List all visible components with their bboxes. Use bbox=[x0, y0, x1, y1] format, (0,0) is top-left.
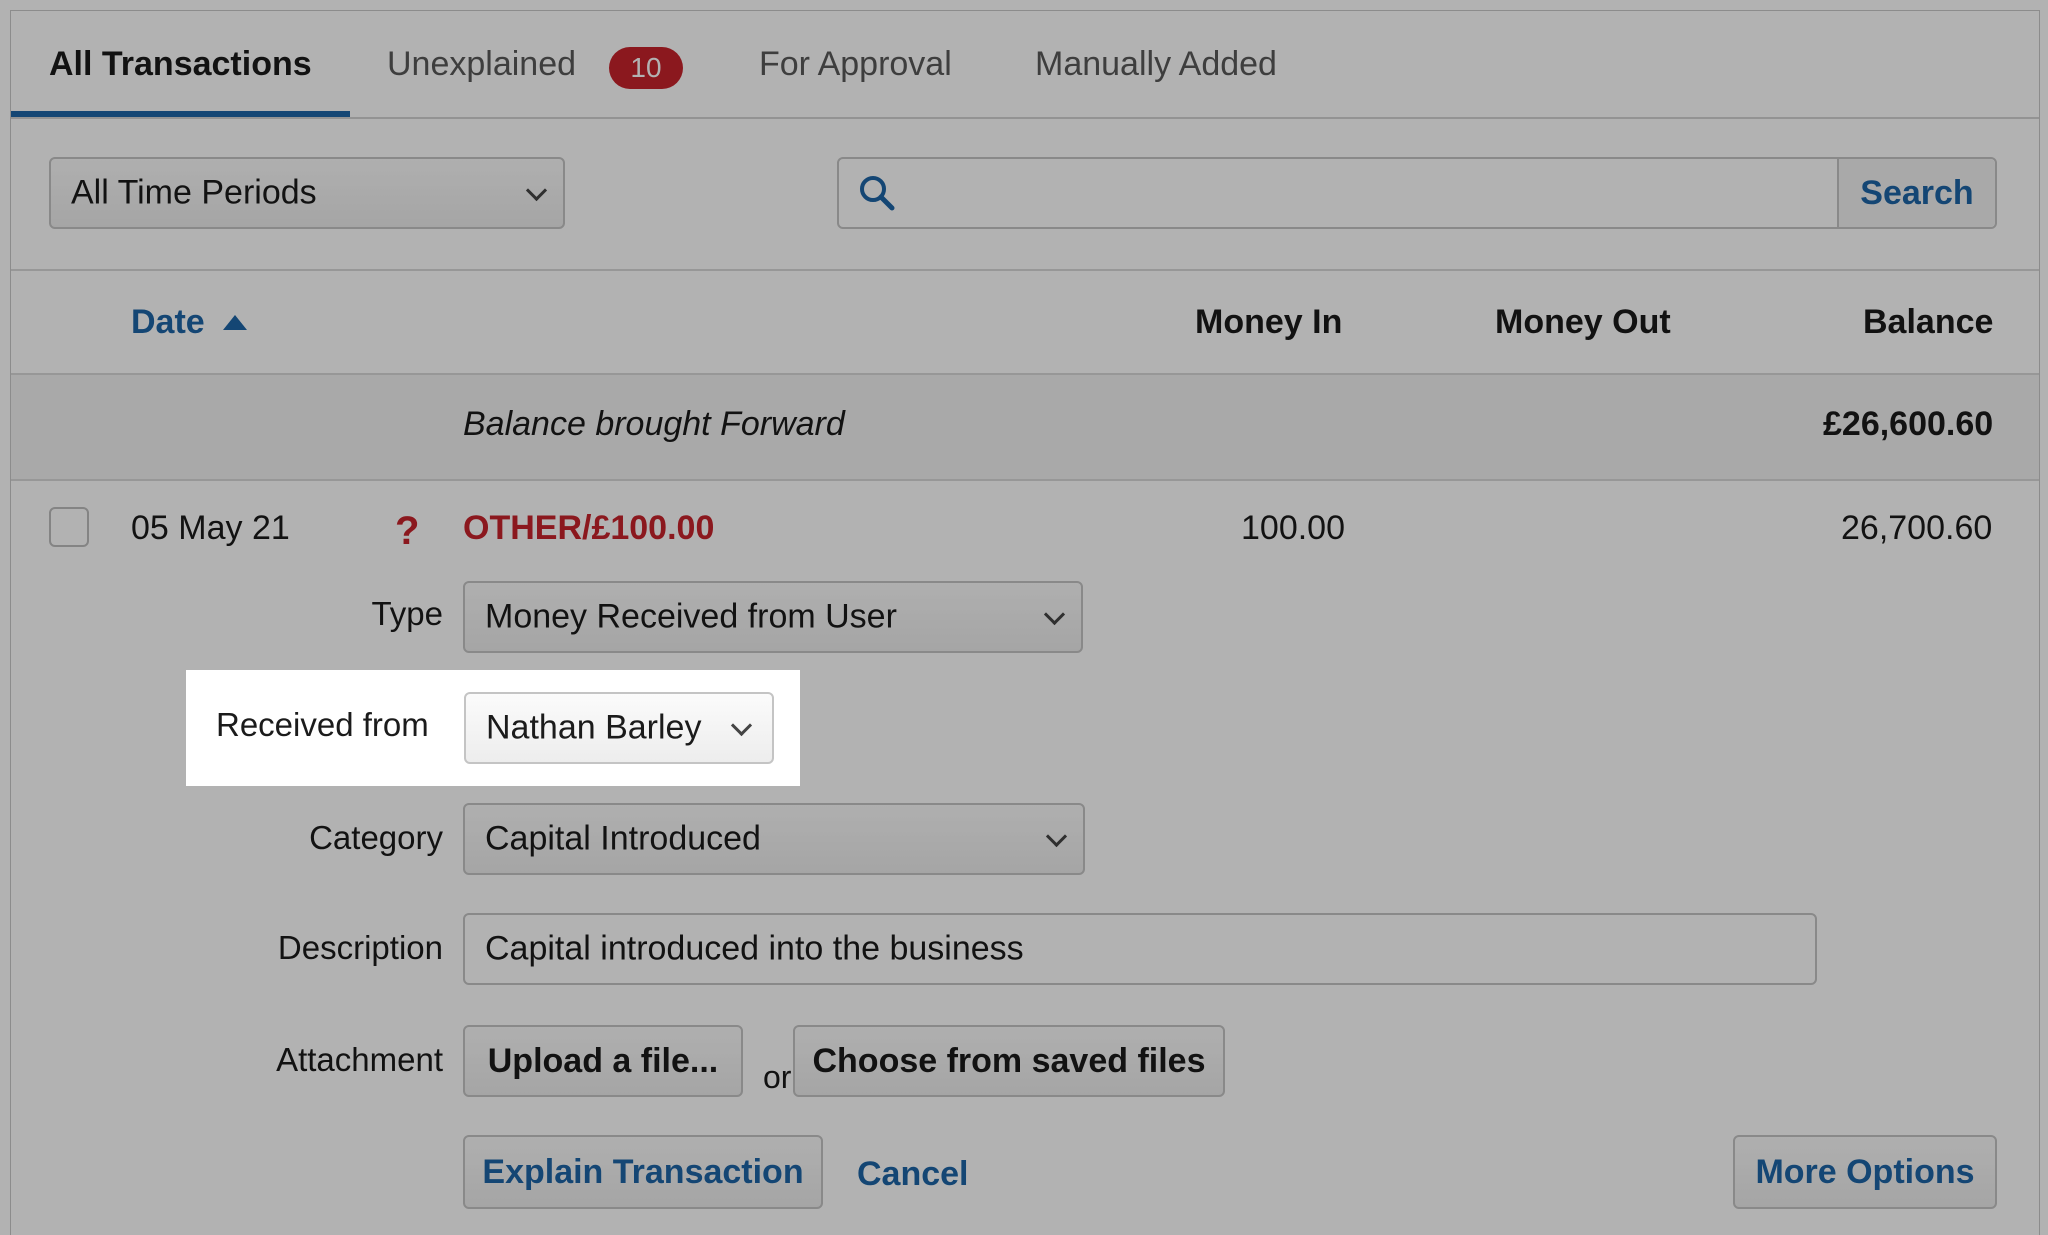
category-select-value: Capital Introduced bbox=[485, 819, 761, 858]
date-column-header[interactable]: Date bbox=[131, 303, 205, 342]
bbf-label: Balance brought Forward bbox=[463, 405, 845, 443]
bbf-balance: £26,600.60 bbox=[1823, 405, 1994, 443]
balance-brought-forward-row: Balance brought Forward £26,600.60 bbox=[11, 375, 2039, 479]
transactions-panel: All Transactions Unexplained 10 For Appr… bbox=[10, 10, 2040, 1235]
transaction-date: 05 May 21 bbox=[131, 509, 290, 547]
tab-all-transactions[interactable]: All Transactions bbox=[49, 45, 312, 84]
transaction-checkbox[interactable] bbox=[49, 507, 89, 547]
active-tab-indicator bbox=[11, 111, 350, 117]
chevron-down-icon bbox=[1045, 825, 1068, 848]
divider bbox=[11, 269, 2039, 271]
category-label: Category bbox=[309, 819, 443, 856]
received-from-highlight: Received from Nathan Barley bbox=[186, 670, 800, 786]
search-input[interactable]: Search bbox=[837, 157, 1997, 229]
balance-column-header: Balance bbox=[1863, 303, 1994, 341]
transaction-balance: 26,700.60 bbox=[1841, 509, 1993, 547]
description-label: Description bbox=[277, 929, 443, 966]
time-period-select[interactable]: All Time Periods bbox=[49, 157, 565, 229]
more-options-button[interactable]: More Options bbox=[1733, 1135, 1997, 1209]
money-out-column-header: Money Out bbox=[1495, 303, 1671, 341]
description-input[interactable]: Capital introduced into the business bbox=[463, 913, 1817, 985]
chevron-down-icon bbox=[525, 179, 548, 202]
type-label: Type bbox=[371, 595, 443, 632]
cancel-link[interactable]: Cancel bbox=[857, 1155, 969, 1194]
explain-transaction-button[interactable]: Explain Transaction bbox=[463, 1135, 823, 1209]
or-separator: or bbox=[763, 1059, 792, 1095]
attachment-label: Attachment bbox=[276, 1041, 443, 1078]
divider bbox=[11, 479, 2039, 481]
unexplained-count-badge: 10 bbox=[609, 47, 683, 89]
received-from-label: Received from bbox=[216, 706, 429, 743]
transaction-money-in: 100.00 bbox=[1241, 509, 1345, 547]
received-from-select[interactable]: Nathan Barley bbox=[464, 692, 774, 764]
tab-manually-added[interactable]: Manually Added bbox=[1035, 45, 1277, 84]
description-input-value: Capital introduced into the business bbox=[485, 929, 1024, 968]
category-select[interactable]: Capital Introduced bbox=[463, 803, 1085, 875]
received-from-value: Nathan Barley bbox=[486, 708, 702, 747]
tab-for-approval[interactable]: For Approval bbox=[759, 45, 952, 84]
chevron-down-icon bbox=[1043, 603, 1066, 626]
unexplained-question-icon: ? bbox=[395, 509, 420, 553]
choose-saved-files-button[interactable]: Choose from saved files bbox=[793, 1025, 1225, 1097]
tab-unexplained[interactable]: Unexplained bbox=[387, 45, 576, 84]
money-in-column-header: Money In bbox=[1195, 303, 1343, 341]
time-period-value: All Time Periods bbox=[71, 173, 317, 212]
type-select-value: Money Received from User bbox=[485, 597, 897, 636]
transaction-description[interactable]: OTHER/£100.00 bbox=[463, 509, 714, 548]
tab-bar: All Transactions Unexplained 10 For Appr… bbox=[11, 11, 2039, 119]
upload-file-button[interactable]: Upload a file... bbox=[463, 1025, 743, 1097]
search-button[interactable]: Search bbox=[1837, 159, 1995, 227]
search-icon bbox=[860, 176, 895, 211]
sort-ascending-icon[interactable] bbox=[223, 315, 247, 330]
type-select[interactable]: Money Received from User bbox=[463, 581, 1083, 653]
chevron-down-icon bbox=[730, 714, 753, 737]
